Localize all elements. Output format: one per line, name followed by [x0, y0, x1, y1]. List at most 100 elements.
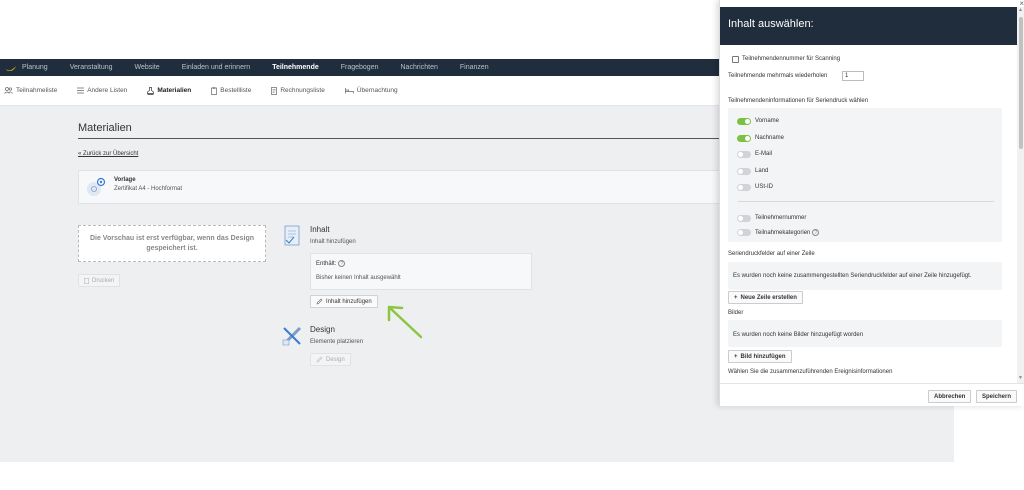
subnav-label: Rechnungsliste	[280, 87, 325, 94]
save-button[interactable]: Speichern	[976, 390, 1018, 403]
scan-number-checkbox[interactable]	[732, 56, 739, 63]
panel-divider	[738, 201, 994, 202]
scroll-down-icon[interactable]: ▼	[1018, 375, 1023, 381]
print-button-label: Drucken	[92, 277, 115, 284]
info-heading: Teilnehmendeninformationen für Seriendru…	[728, 98, 869, 104]
pencil-icon	[316, 356, 323, 363]
toggle-label-row: Teilnahmekategorien ?	[755, 229, 820, 236]
topnav-finanzen[interactable]: Finanzen	[460, 64, 489, 71]
toggle-label: Vorname	[755, 118, 780, 124]
content-section-title: Inhalt	[310, 225, 330, 234]
topnav-veranstaltung[interactable]: Veranstaltung	[70, 64, 113, 71]
toggle-vorname[interactable]	[737, 118, 751, 125]
help-icon[interactable]: ?	[812, 229, 820, 236]
subnav-andere-listen[interactable]: Andere Listen	[77, 87, 127, 94]
invoice-icon	[271, 86, 278, 95]
modal-body: Teilnehmendennummer für Scanning Teilneh…	[720, 45, 1017, 382]
template-card: Vorlage Zertifikat A4 - Hochformat	[78, 170, 728, 204]
subnav-label: Materialien	[157, 87, 192, 94]
toggle-label: USt-ID	[755, 184, 773, 190]
toggle-label: Teilnehmernummer	[755, 215, 807, 221]
subnav-label: Bestellliste	[220, 87, 252, 94]
design-button-label: Design	[326, 356, 345, 363]
contains-label: Enthält:	[316, 260, 337, 267]
template-label: Vorlage	[114, 177, 136, 183]
images-panel: Es wurden noch keine Bilder hinzugefügt …	[728, 320, 1002, 347]
certificate-gear-icon	[84, 175, 108, 204]
template-name: Zertifikat A4 - Hochformat	[114, 186, 183, 192]
toggle-nachname[interactable]	[737, 135, 751, 142]
subnav-uebernachtung[interactable]: Übernachtung	[344, 87, 398, 94]
content-contains-box: Enthält: ? Bisher keinen Inhalt ausgewäh…	[310, 253, 532, 290]
images-heading: Bilder	[728, 310, 744, 316]
repeat-count-input[interactable]: 1	[842, 71, 864, 81]
modal-title: Inhalt auswählen:	[728, 18, 814, 30]
modal-scrollbar[interactable]: ▲ ▼	[1017, 7, 1024, 383]
cancel-button[interactable]: Abbrechen	[928, 390, 972, 403]
add-image-label: Bild hinzufügen	[740, 353, 786, 360]
modal-header: Inhalt auswählen:	[720, 7, 1017, 45]
topnav-planung[interactable]: Planung	[22, 64, 48, 71]
design-button[interactable]: Design	[310, 353, 351, 366]
toggle-teilnehmernummer[interactable]	[737, 215, 751, 222]
add-image-button[interactable]: + Bild hinzufügen	[728, 350, 792, 363]
topnav-website[interactable]: Website	[135, 64, 160, 71]
subnav-rechnungsliste[interactable]: Rechnungsliste	[271, 86, 325, 95]
design-tools-icon	[281, 325, 303, 352]
banana-logo-icon[interactable]	[0, 59, 22, 76]
merge-fields-panel: Es wurden noch keine zusammengestellten …	[728, 262, 1002, 290]
topnav-teilnehmende[interactable]: Teilnehmende	[272, 64, 319, 71]
toggle-land[interactable]	[737, 168, 751, 175]
toggle-ust-id[interactable]	[737, 184, 751, 191]
new-row-label: Neue Zeile erstellen	[740, 294, 797, 301]
title-divider	[78, 138, 728, 139]
design-section-title: Design	[310, 325, 335, 334]
green-arrow-icon	[387, 305, 423, 339]
people-icon	[4, 87, 13, 94]
add-content-button[interactable]: Inhalt hinzufügen	[310, 295, 378, 308]
subnav-teilnahmeliste[interactable]: Teilnahmeliste	[4, 87, 57, 94]
modal-footer: Abbrechen Speichern	[720, 383, 1024, 406]
toggle-label: Land	[755, 168, 769, 174]
select-content-modal: × Inhalt auswählen: Teilnehmendennummer …	[719, 0, 1024, 406]
back-to-overview-link[interactable]: « Zurück zur Übersicht	[78, 151, 138, 157]
topnav-fragebogen[interactable]: Fragebogen	[341, 64, 379, 71]
content-document-icon	[282, 225, 302, 252]
merge-fields-empty: Es wurden noch keine zusammengestellten …	[733, 273, 972, 279]
merge-fields-heading: Seriendruckfelder auf einer Zeile	[728, 251, 815, 257]
topnav-einladen[interactable]: Einladen und erinnern	[182, 64, 251, 71]
subnav-label: Teilnahmeliste	[16, 87, 58, 94]
contains-label-row: Enthält: ?	[316, 260, 346, 267]
toggle-teilnahmekategorien[interactable]	[737, 229, 751, 236]
topnav-nachrichten[interactable]: Nachrichten	[401, 64, 438, 71]
repeat-label: Teilnehmende mehrmals wiederholen	[728, 73, 828, 79]
scrollbar-thumb[interactable]	[1019, 17, 1023, 149]
subnav-materialien[interactable]: Materialien	[147, 86, 192, 95]
pencil-icon	[316, 298, 323, 305]
toggle-label: Teilnahmekategorien	[755, 229, 811, 236]
new-row-button[interactable]: + Neue Zeile erstellen	[728, 291, 803, 304]
plus-icon: +	[734, 353, 738, 360]
print-button[interactable]: Drucken	[78, 274, 121, 287]
event-info-heading: Wählen Sie die zusammenzuführenden Ereig…	[728, 369, 893, 375]
scan-number-label: Teilnehmendennummer für Scanning	[742, 56, 841, 62]
stamp-icon	[147, 86, 155, 95]
design-section-subtitle: Elemente platzieren	[310, 339, 364, 345]
participant-info-panel: Vorname Nachname E-Mail Land USt-ID Teil…	[728, 108, 1002, 242]
plus-icon: +	[734, 294, 738, 301]
toggle-label: Nachname	[755, 135, 785, 141]
page-title: Materialien	[78, 122, 132, 134]
contains-value: Bisher keinen Inhalt ausgewählt	[316, 275, 401, 281]
toggle-email[interactable]	[737, 151, 751, 158]
subnav-bestellliste[interactable]: Bestellliste	[211, 86, 252, 95]
list-icon	[77, 87, 85, 94]
content-section-subtitle: Inhalt hinzufügen	[310, 239, 356, 245]
images-empty: Es wurden noch keine Bilder hinzugefügt …	[733, 332, 864, 338]
clipboard-icon	[211, 86, 218, 95]
toggle-label: E-Mail	[755, 151, 773, 157]
help-icon[interactable]: ?	[338, 260, 346, 267]
bed-icon	[344, 88, 354, 94]
add-content-label: Inhalt hinzufügen	[326, 298, 372, 305]
scroll-up-icon[interactable]: ▲	[1018, 7, 1023, 13]
document-icon	[84, 277, 89, 284]
